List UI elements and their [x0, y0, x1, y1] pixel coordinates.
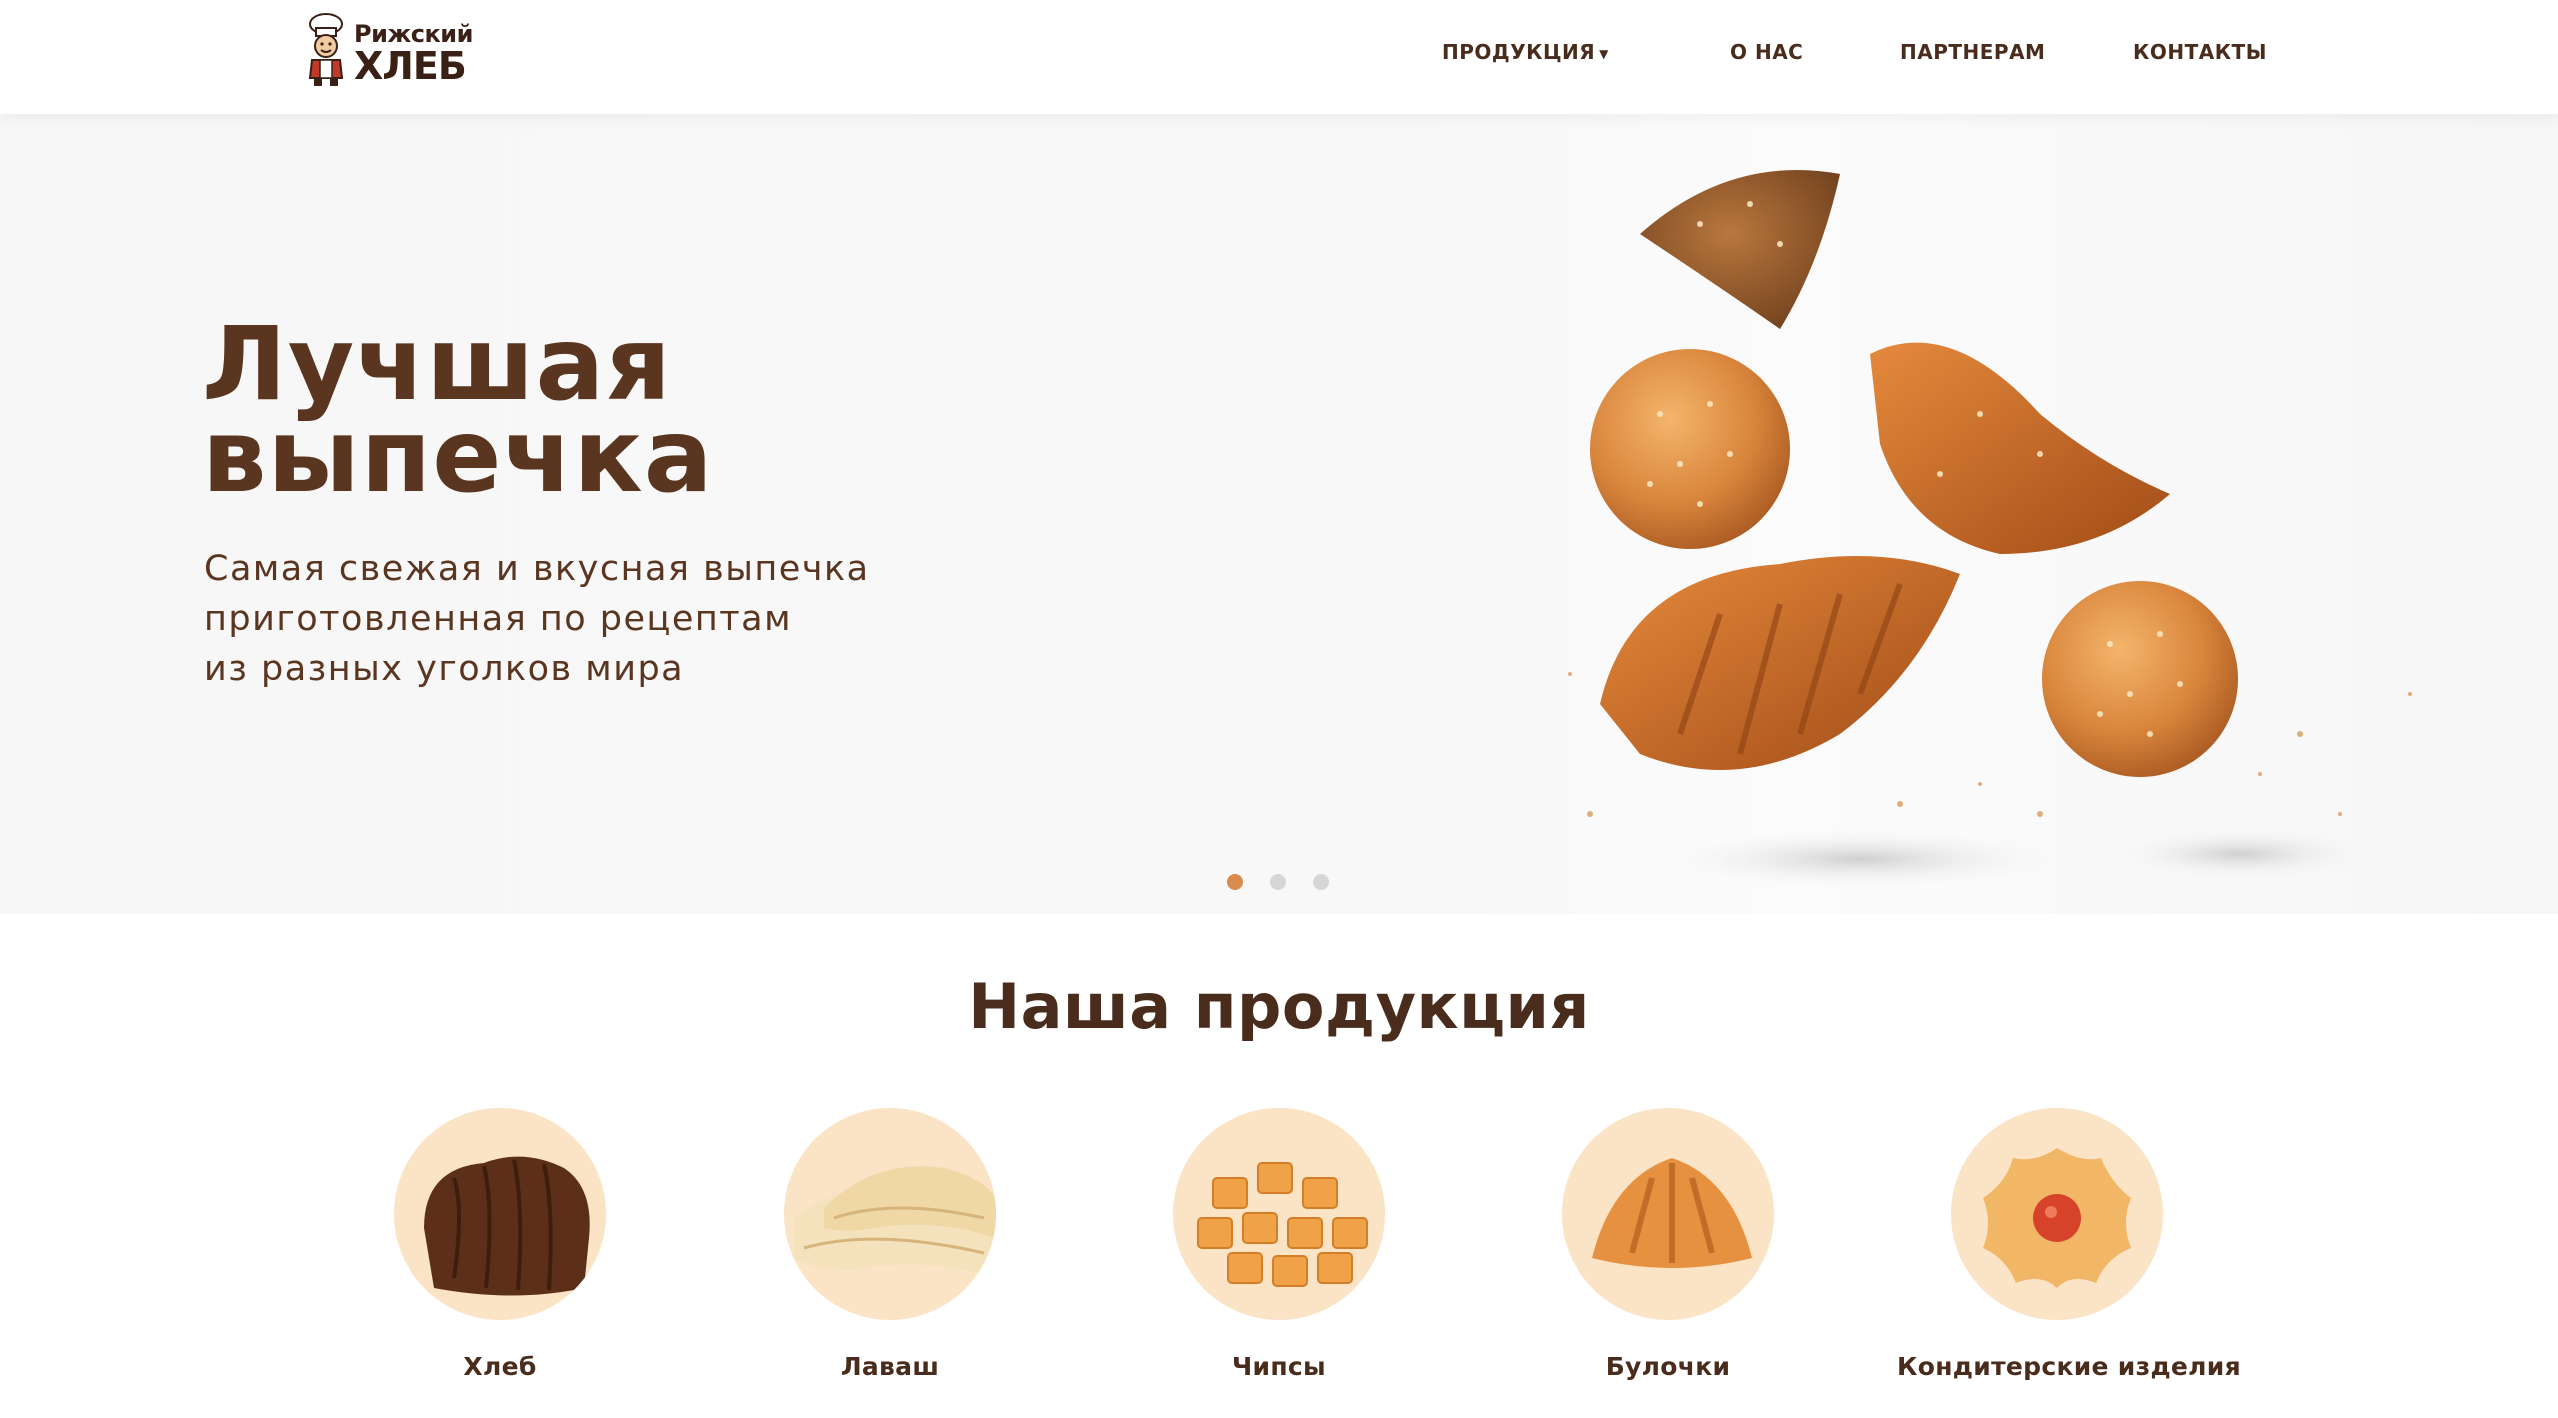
- product-label-bread: Хлеб: [463, 1352, 537, 1381]
- croissant-icon: [1592, 1158, 1752, 1268]
- seeded-triangle-pastry: [1640, 170, 1840, 329]
- product-card-confectionery[interactable]: Кондитерские изделия: [1897, 1108, 2241, 1398]
- product-image-confectionery: [1951, 1108, 2163, 1320]
- product-label-chips: Чипсы: [1232, 1352, 1326, 1381]
- product-image-bread: [394, 1108, 606, 1320]
- slider-dot-3[interactable]: [1313, 874, 1329, 890]
- hero-title: Лучшая выпечка: [202, 314, 1102, 516]
- product-card-chips[interactable]: Чипсы: [1119, 1108, 1439, 1398]
- lavash-icon: [794, 1166, 996, 1278]
- sesame-bun-right: [2042, 581, 2238, 777]
- croissant-pastry: [1600, 556, 1960, 770]
- hero-subtitle-line2: приготовленная по рецептам: [204, 599, 793, 639]
- nav-about[interactable]: О НАС: [1730, 40, 1803, 64]
- hero-subtitle-line3: из разных уголков мира: [204, 649, 685, 689]
- slider-dot-1[interactable]: [1227, 874, 1243, 890]
- product-card-bread[interactable]: Хлеб: [340, 1108, 660, 1398]
- nav-products-label: ПРОДУКЦИЯ: [1442, 40, 1596, 64]
- slider-dots: [0, 874, 2558, 894]
- product-label-lavash: Лаваш: [840, 1352, 940, 1381]
- site-header: Рижский ХЛЕБ ПРОДУКЦИЯ ▼ О НАС ПАРТНЕРАМ …: [0, 0, 2558, 114]
- product-card-lavash[interactable]: Лаваш: [730, 1108, 1050, 1398]
- product-label-buns: Булочки: [1605, 1352, 1731, 1381]
- sesame-bun-left: [1590, 349, 1790, 549]
- nav-products[interactable]: ПРОДУКЦИЯ ▼: [1442, 40, 1609, 64]
- caret-down-icon: ▼: [1599, 46, 1609, 61]
- products-section-title: Наша продукция: [968, 970, 1590, 1043]
- croutons-icon: [1197, 1162, 1368, 1287]
- slider-dot-2[interactable]: [1270, 874, 1286, 890]
- product-image-lavash: [784, 1108, 996, 1320]
- main-nav: ПРОДУКЦИЯ ▼ О НАС ПАРТНЕРАМ КОНТАКТЫ: [0, 40, 2558, 70]
- hero-title-line2: выпечка: [202, 397, 714, 516]
- hero-slider: Лучшая выпечка Самая свежая и вкусная вы…: [0, 114, 2558, 914]
- cookie-icon: [1983, 1148, 2131, 1288]
- product-image-buns: [1562, 1108, 1774, 1320]
- nav-partners[interactable]: ПАРТНЕРАМ: [1900, 40, 2045, 64]
- product-image-chips: [1173, 1108, 1385, 1320]
- pastries-illustration: [1568, 170, 2412, 889]
- hero-subtitle-line1: Самая свежая и вкусная выпечка: [204, 549, 870, 589]
- product-label-confectionery: Кондитерские изделия: [1897, 1352, 2241, 1381]
- hero-subtitle: Самая свежая и вкусная выпечка приготовл…: [204, 544, 1104, 694]
- bread-loaf-icon: [424, 1156, 590, 1296]
- product-card-buns[interactable]: Булочки: [1508, 1108, 1828, 1398]
- nav-contacts[interactable]: КОНТАКТЫ: [2133, 40, 2267, 64]
- danish-pastry: [1870, 342, 2170, 554]
